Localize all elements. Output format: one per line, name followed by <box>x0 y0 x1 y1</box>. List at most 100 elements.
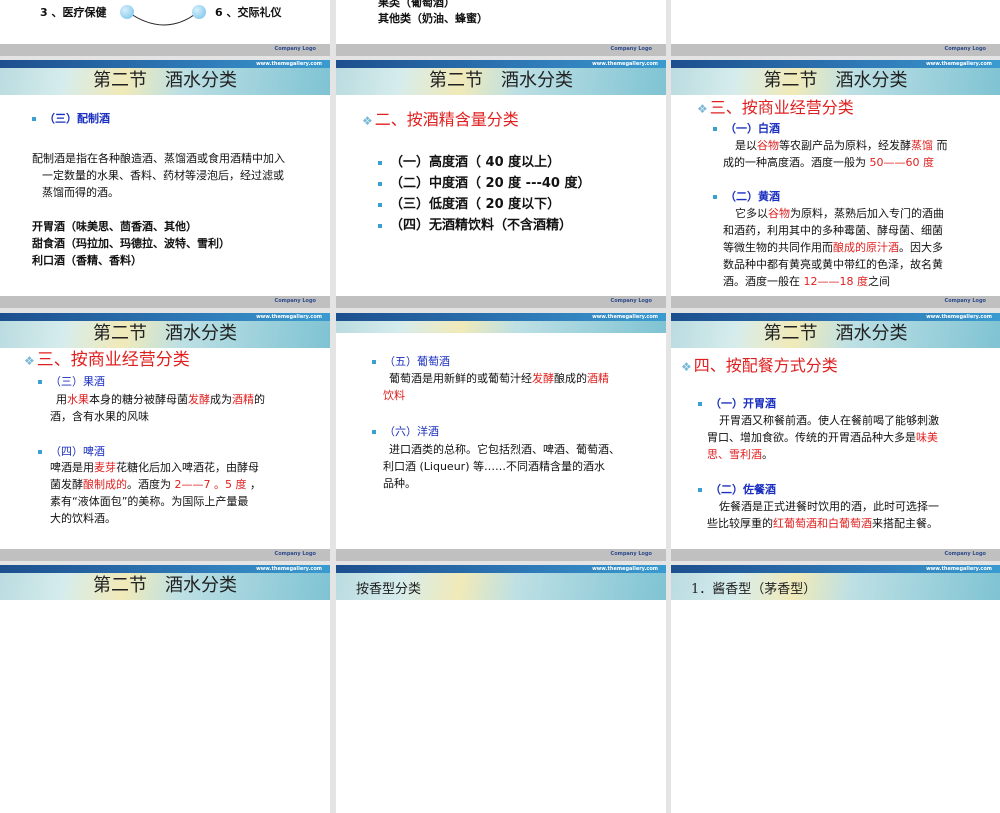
text: 酿制成的 <box>83 478 127 491</box>
container: 些比较厚重的红葡萄酒和白葡萄酒来搭配主餐。 <box>707 515 939 532</box>
container: 思、雪利酒。 <box>707 446 939 463</box>
text: 品种。 <box>383 477 416 490</box>
text-line: 其他类（奶油、蜂蜜） <box>378 12 488 25</box>
company-logo: Company Logo <box>274 551 316 557</box>
slide-thumbnail[interactable]: www.themegallery.com 第二节 酒水分类 ❖ 二、按酒精含量分类 … <box>336 60 666 308</box>
subheading: （一）白酒 <box>725 122 780 135</box>
text: 谷物 <box>757 139 779 152</box>
container: 胃口、增加食欲。传统的开胃酒品种大多是味美 <box>707 429 939 446</box>
slide-footer: Company Logo <box>336 549 666 561</box>
section-heading: 三、按商业经营分类 <box>36 350 190 370</box>
container: （二）黄酒 <box>713 188 780 205</box>
text: 而 <box>933 139 948 152</box>
url: www.themegallery.com <box>926 314 992 320</box>
text: 胃口、增加食欲。传统的开胃酒品种大多是 <box>707 431 916 444</box>
section-heading: 三、按商业经营分类 <box>709 98 854 117</box>
text: 谷物 <box>768 207 790 220</box>
text: 50——60 度 <box>869 156 935 169</box>
text: ， <box>246 478 261 491</box>
slide-thumbnail[interactable]: 3 、医疗保健 6 、交际礼仪 Company Logo <box>0 0 330 56</box>
company-logo: Company Logo <box>944 551 986 557</box>
text: 来搭配主餐。 <box>872 517 938 530</box>
slide-thumbnail[interactable]: www.themegallery.com 1．酱香型（茅香型） <box>671 565 1000 813</box>
text: 味美 <box>916 431 938 444</box>
text: 啤酒是用 <box>50 461 94 474</box>
text: 酿成的 <box>554 372 587 385</box>
bullet-icon <box>378 223 382 228</box>
bullet-icon <box>372 360 376 364</box>
text: 甜食酒（玛拉加、玛德拉、波特、雪利） <box>32 237 230 250</box>
company-logo: Company Logo <box>274 298 316 304</box>
list: （一）高度酒（ 40 度以上） （二）中度酒（ 20 度 ---40 度） （三… <box>378 152 590 236</box>
text: 思、雪利酒 <box>707 448 762 461</box>
paragraph: 它多以谷物为原料，蒸熟后加入专门的酒曲 和酒药，利用其中的多种霉菌、酵母菌、细菌… <box>723 205 944 290</box>
container: ❖ 二、按酒精含量分类 <box>362 110 519 131</box>
text: 饮料 <box>383 389 405 402</box>
diamond-bullet-icon: ❖ <box>24 354 35 368</box>
slide-title: 第二节 酒水分类 <box>763 70 908 91</box>
container: ❖ 四、按配餐方式分类 <box>681 356 838 377</box>
text: 的 <box>254 393 265 406</box>
company-logo: Company Logo <box>944 298 986 304</box>
bullet-icon <box>372 430 376 434</box>
container: （四）啤酒 <box>38 443 105 460</box>
slide-thumbnail[interactable]: www.themegallery.com 第二节 酒水分类 <box>0 565 330 813</box>
section-heading: 四、按配餐方式分类 <box>693 356 838 375</box>
container: （二）中度酒（ 20 度 ---40 度） <box>378 173 590 194</box>
slide-thumbnail[interactable]: Company Logo <box>671 0 1000 56</box>
url: www.themegallery.com <box>592 566 658 572</box>
slide-footer: Company Logo <box>336 296 666 308</box>
container: 啤酒是用麦芽花糖化后加入啤酒花，由酵母 <box>50 459 261 476</box>
slide-header: www.themegallery.com 第二节 酒水分类 <box>0 60 330 95</box>
text: 利口酒 (Liqueur) 等……不同酒精含量的酒水 <box>383 460 605 473</box>
paragraph: 进口酒类的总称。它包括烈酒、啤酒、葡萄酒、 利口酒 (Liqueur) 等……不… <box>383 441 620 492</box>
slide-title: 按香型分类 <box>356 582 422 597</box>
diagram-node <box>192 5 206 19</box>
text: 和酒药，利用其中的多种霉菌、酵母菌、细菌 <box>723 224 943 237</box>
text: 为原料，蒸熟后加入专门的酒曲 <box>790 207 944 220</box>
slide-thumbnail[interactable]: www.themegallery.com 第二节 酒水分类 ❖ 三、按商业经营分类 … <box>0 313 330 561</box>
text: 红葡萄酒和白葡萄酒 <box>773 517 872 530</box>
container: 等微生物的共同作用而酿成的原汁酒。因大多 <box>723 239 944 256</box>
paragraph: 是以谷物等农副产品为原料，经发酵蒸馏 而 成的一种高度酒。酒度一般为 50——6… <box>723 137 948 171</box>
paragraph: 啤酒是用麦芽花糖化后加入啤酒花，由酵母 菌发酵酿制成的。酒度为 2——7 。5 … <box>50 459 261 527</box>
slide-thumbnail[interactable]: www.themegallery.com 按香型分类 <box>336 565 666 813</box>
text: （三）低度酒（ 20 度以下） <box>390 197 561 212</box>
slide-title: 第二节 酒水分类 <box>429 70 573 91</box>
text: 。酒度为 <box>127 478 175 491</box>
container: （三）低度酒（ 20 度以下） <box>378 194 590 215</box>
slide-thumbnail[interactable]: 果类（葡萄酒） 其他类（奶油、蜂蜜） Company Logo <box>336 0 666 56</box>
container: （一）白酒 <box>713 120 780 137</box>
diagram-label: 3 、医疗保健 <box>40 6 107 19</box>
text: 花糖化后加入啤酒花，由酵母 <box>116 461 259 474</box>
text: 2——7 。5 度 <box>174 478 247 491</box>
section-heading: 二、按酒精含量分类 <box>374 110 519 129</box>
slide-thumbnail[interactable]: www.themegallery.com 第二节 酒水分类 （三）配制酒 配制酒是… <box>0 60 330 308</box>
slide-thumbnail[interactable]: www.themegallery.com 第二节 酒水分类 ❖ 三、按商业经营分类 … <box>671 60 1000 308</box>
diagram-label: 6 、交际礼仪 <box>215 6 282 19</box>
paragraph: 佐餐酒是正式进餐时饮用的酒，此时可选择一 些比较厚重的红葡萄酒和白葡萄酒来搭配主… <box>707 498 939 532</box>
diamond-bullet-icon: ❖ <box>362 114 373 128</box>
diamond-bullet-icon: ❖ <box>697 102 708 116</box>
text: 蒸馏 <box>911 139 933 152</box>
text: 发酵 <box>532 372 554 385</box>
slide-thumbnail[interactable]: www.themegallery.com 第二节 酒水分类 ❖ 四、按配餐方式分类 … <box>671 313 1000 561</box>
text: 发酵 <box>188 393 210 406</box>
container: ❖ 三、按商业经营分类 <box>697 98 854 119</box>
container: 酒。酒度一般在 12——18 度之间 <box>723 273 944 290</box>
url: www.themegallery.com <box>926 566 992 572</box>
container <box>127 11 199 26</box>
subheading: （三）配制酒 <box>44 112 110 125</box>
slide-header: www.themegallery.com 1．酱香型（茅香型） <box>671 565 1000 600</box>
slide-header: www.themegallery.com 第二节 酒水分类 <box>671 60 1000 95</box>
text: 素有“液体面包”的美称。为国际上产量最 <box>50 495 249 508</box>
text: 酒精 <box>232 393 254 406</box>
list: 开胃酒（味美思、茴香酒、其他） 甜食酒（玛拉加、玛德拉、波特、雪利） 利口酒（香精、… <box>32 218 230 269</box>
bullet-icon <box>38 450 42 454</box>
url: www.themegallery.com <box>256 566 322 572</box>
slide-thumbnail[interactable]: www.themegallery.com （五）葡萄酒 葡萄酒是用新鲜的或葡萄汁… <box>336 313 666 561</box>
bullet-icon <box>378 181 382 186</box>
container: （三）果酒 <box>38 373 105 390</box>
subheading: （四）啤酒 <box>50 445 105 458</box>
text: 。 <box>762 448 773 461</box>
